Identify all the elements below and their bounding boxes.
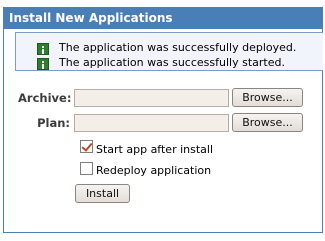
install-button[interactable]: Install: [75, 184, 130, 203]
plan-label: Plan:: [37, 116, 70, 130]
archive-field[interactable]: [74, 89, 229, 107]
info-icon: [37, 43, 49, 55]
panel-title: Install New Applications: [4, 8, 322, 29]
start-app-label[interactable]: Start app after install: [96, 143, 213, 157]
message-text: The application was successfully deploye…: [59, 41, 297, 54]
plan-field[interactable]: [74, 114, 229, 132]
archive-browse-button[interactable]: Browse...: [232, 88, 303, 107]
message-text: The application was successfully started…: [59, 56, 285, 69]
redeploy-label[interactable]: Redeploy application: [96, 164, 211, 178]
status-messages: The application was successfully deploye…: [15, 32, 323, 71]
info-icon: [37, 58, 49, 70]
archive-label: Archive:: [18, 91, 72, 105]
start-app-checkbox[interactable]: [80, 140, 93, 153]
redeploy-checkbox[interactable]: [80, 162, 93, 175]
plan-browse-button[interactable]: Browse...: [232, 113, 303, 132]
